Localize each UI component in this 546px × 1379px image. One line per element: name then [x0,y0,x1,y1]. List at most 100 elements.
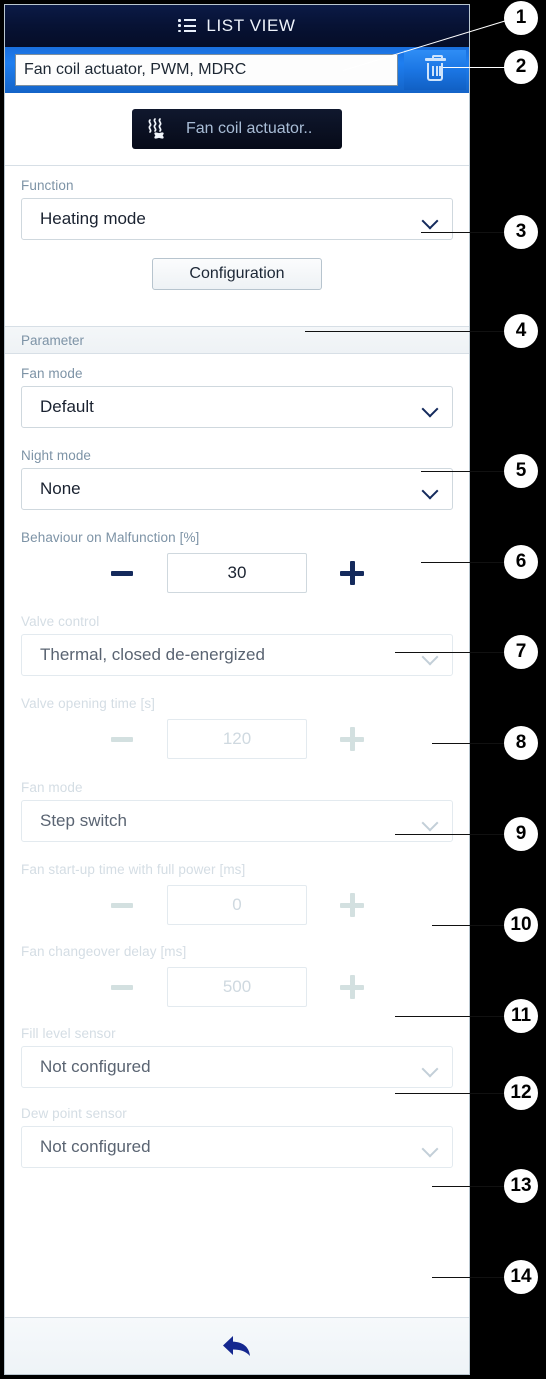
callout-2: 2 [504,50,538,84]
callout-7: 7 [504,635,538,669]
fill-level-sensor-value: Not configured [40,1057,151,1076]
callout-leader-11 [395,1016,505,1017]
callout-13: 13 [504,1169,538,1203]
night-mode-value: None [40,479,81,498]
footer-bar [5,1317,469,1374]
function-value: Heating mode [40,209,146,228]
valve-opening-time-stepper: 120 [21,716,453,762]
callout-10: 10 [504,908,538,942]
titlebar: LIST VIEW [5,5,469,47]
callout-leader-10 [432,925,505,926]
dew-point-sensor-value: Not configured [40,1137,151,1156]
fan-mode-select[interactable]: Default [21,386,453,428]
callout-1: 1 [504,1,538,35]
chevron-down-icon [423,1063,438,1072]
callout-leader-9 [395,834,505,835]
chevron-down-icon [423,215,438,224]
fan-mode-2-label: Fan mode [21,780,83,795]
configuration-button[interactable]: Configuration [152,258,322,290]
behaviour-on-malfunction-stepper: 30 [21,550,453,596]
fan-mode-value: Default [40,397,94,416]
field-fill-level-sensor: Fill level sensor Not configured [5,1026,469,1088]
back-arrow-icon[interactable] [220,1333,254,1359]
night-mode-select[interactable]: None [21,468,453,510]
valve-opening-time-label: Valve opening time [s] [21,696,156,711]
fan-changeover-delay-label: Fan changeover delay [ms] [21,944,187,959]
field-valve-opening-time: Valve opening time [s] 120 [5,696,469,762]
callout-5: 5 [504,454,538,488]
callout-8: 8 [504,726,538,760]
callout-4: 4 [504,314,538,348]
callout-3: 3 [504,215,538,249]
behaviour-increment-button[interactable] [331,554,373,592]
delete-button[interactable] [404,50,466,90]
fan-changeover-delay-stepper: 500 [21,964,453,1010]
field-fan-mode: Fan mode Default [5,366,469,428]
callout-leader-6 [421,562,505,563]
callout-leader-14 [432,1277,505,1278]
behaviour-value[interactable]: 30 [167,553,307,593]
field-valve-control: Valve control Thermal, closed de-energiz… [5,614,469,676]
callout-leader-8 [432,743,505,744]
chevron-down-icon [423,403,438,412]
dew-point-sensor-label: Dew point sensor [21,1106,127,1121]
behaviour-decrement-button[interactable] [101,554,143,592]
chevron-down-icon [423,485,438,494]
fan-startup-time-label: Fan start-up time with full power [ms] [21,862,246,877]
page-title: LIST VIEW [206,16,296,35]
chevron-down-icon [423,1143,438,1152]
night-mode-label: Night mode [21,448,92,463]
fan-changeover-value[interactable]: 500 [167,967,307,1007]
callout-14: 14 [504,1260,538,1294]
fan-mode-label: Fan mode [21,366,83,381]
callout-6: 6 [504,545,538,579]
fan-changeover-decrement-button[interactable] [101,968,143,1006]
field-dew-point-sensor: Dew point sensor Not configured [5,1106,469,1168]
field-night-mode: Night mode None [5,448,469,510]
device-chip-button[interactable]: Fan coil actuator.. [132,109,342,149]
valve-opening-value[interactable]: 120 [167,719,307,759]
list-view-panel: LIST VIEW Fan coil actuator, PWM, MDRC F… [4,4,470,1375]
fan-startup-time-stepper: 0 [21,882,453,928]
valve-control-value: Thermal, closed de-energized [40,645,265,664]
callout-leader-2 [443,67,505,68]
fill-level-sensor-label: Fill level sensor [21,1026,116,1041]
valve-opening-increment-button[interactable] [331,720,373,758]
list-icon [178,19,197,33]
function-select[interactable]: Heating mode [21,198,453,240]
callout-11: 11 [504,999,538,1033]
callout-9: 9 [504,817,538,851]
field-fan-mode-2: Fan mode Step switch [5,780,469,842]
configuration-area: Configuration [21,240,453,312]
callout-12: 12 [504,1076,538,1110]
fan-startup-value[interactable]: 0 [167,885,307,925]
fan-changeover-increment-button[interactable] [331,968,373,1006]
device-name-row: Fan coil actuator, PWM, MDRC [5,47,469,93]
device-name-input[interactable]: Fan coil actuator, PWM, MDRC [15,54,398,86]
fan-mode-2-select[interactable]: Step switch [21,800,453,842]
valve-opening-decrement-button[interactable] [101,720,143,758]
dew-point-sensor-select[interactable]: Not configured [21,1126,453,1168]
callout-leader-4 [305,331,505,332]
valve-control-select[interactable]: Thermal, closed de-energized [21,634,453,676]
device-chip-area: Fan coil actuator.. [5,93,469,165]
fill-level-sensor-select[interactable]: Not configured [21,1046,453,1088]
fan-mode-2-value: Step switch [40,811,127,830]
callout-leader-5 [421,471,505,472]
valve-control-label: Valve control [21,614,100,629]
function-section: Function Heating mode Configuration [5,166,469,326]
callout-leader-7 [395,652,505,653]
behaviour-on-malfunction-label: Behaviour on Malfunction [%] [21,530,200,545]
device-chip-label: Fan coil actuator.. [186,120,313,137]
callout-leader-12 [395,1093,505,1094]
callout-leader-13 [432,1186,505,1187]
heat-fan-icon [148,118,164,139]
chevron-down-icon [423,817,438,826]
field-fan-changeover-delay: Fan changeover delay [ms] 500 [5,944,469,1010]
field-fan-startup-time: Fan start-up time with full power [ms] 0 [5,862,469,928]
fan-startup-decrement-button[interactable] [101,886,143,924]
field-behaviour-on-malfunction: Behaviour on Malfunction [%] 30 [5,530,469,596]
callout-leader-3 [421,232,505,233]
function-label: Function [21,178,74,193]
fan-startup-increment-button[interactable] [331,886,373,924]
